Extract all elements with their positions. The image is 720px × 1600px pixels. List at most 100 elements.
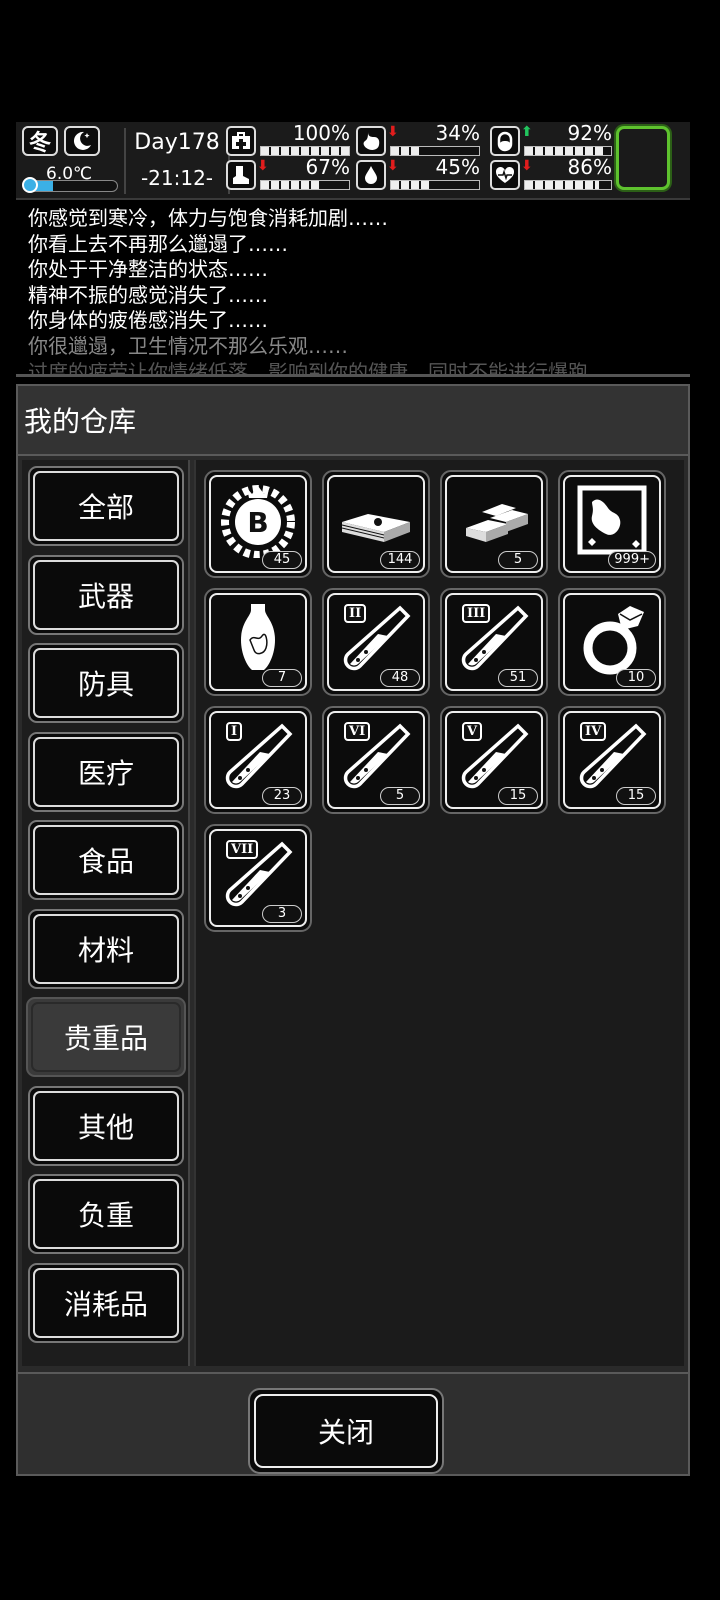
season-label: 冬 — [28, 131, 51, 156]
tier-tag: VII — [226, 840, 259, 859]
item-count: 15 — [616, 787, 656, 805]
item-count: 5 — [380, 787, 420, 805]
stat-water-drop: ⬇ 45% — [356, 155, 480, 192]
stat-bar-fill — [391, 147, 421, 155]
item-slot[interactable]: 5 — [440, 470, 548, 578]
stat-value: 100% — [292, 121, 350, 145]
category-label: 医疗 — [77, 756, 134, 790]
log-line: 你处于干净整洁的状态…… — [28, 257, 268, 282]
item-count: 15 — [498, 787, 538, 805]
panel-footer: 关闭 — [18, 1372, 688, 1474]
item-count: 10 — [616, 669, 656, 687]
season-badge[interactable]: 冬 — [22, 126, 58, 156]
warehouse-panel: 我的仓库 全部武器防具医疗食品材料贵重品其他负重消耗品 B 45 144 5 999+ 7… — [16, 384, 690, 1476]
log-line: 你感觉到寒冷，体力与饱食消耗加剧…… — [28, 206, 388, 230]
category-tab[interactable]: 防具 — [28, 643, 184, 723]
stat-bar-fill — [525, 181, 599, 189]
stomach-icon — [356, 126, 386, 156]
tier-tag: III — [462, 604, 491, 623]
item-slot[interactable]: 7 — [204, 588, 312, 696]
quick-slot-button[interactable] — [616, 126, 670, 190]
item-count: 23 — [262, 787, 302, 805]
tier-tag: I — [226, 722, 243, 741]
category-tab[interactable]: 其他 — [28, 1085, 184, 1166]
category-label: 其他 — [77, 1110, 134, 1144]
category-label: 武器 — [77, 579, 134, 613]
item-slot[interactable]: II 48 — [322, 588, 430, 696]
stat-bar-fill — [261, 147, 349, 155]
category-label: 贵重品 — [63, 1022, 148, 1055]
item-slot[interactable]: V 15 — [440, 706, 548, 814]
item-count: 3 — [262, 905, 302, 923]
item-slot[interactable]: VI 5 — [322, 706, 430, 814]
item-slot[interactable]: 144 — [322, 470, 430, 578]
category-tab[interactable]: 材料 — [28, 908, 184, 989]
item-slot[interactable]: III 51 — [440, 588, 548, 696]
item-slot[interactable]: 999+ — [558, 470, 666, 578]
water-drop-icon — [356, 160, 386, 190]
boot-icon — [226, 160, 256, 190]
item-count: 7 — [262, 669, 302, 687]
stat-value: 34% — [435, 121, 480, 145]
item-count: 45 — [262, 551, 302, 569]
message-log: 你感觉到寒冷，体力与饱食消耗加剧…… 你看上去不再那么邋遢了…… 你处于干净整洁的状… — [28, 206, 688, 374]
log-line: 你很邋遢，卫生情况不那么乐观…… — [28, 333, 348, 358]
item-grid[interactable]: B 45 144 5 999+ 7 II 48 III 51 10 I 23 VI 5 V 15 IV 15 VII 3 — [194, 460, 684, 1366]
category-tab[interactable]: 医疗 — [28, 731, 184, 812]
heart-icon — [490, 160, 520, 190]
item-slot[interactable]: VII 3 — [204, 824, 312, 932]
log-divider — [16, 374, 690, 377]
log-line: 你身体的疲倦感消失了…… — [28, 308, 268, 333]
category-tab[interactable]: 食品 — [28, 820, 184, 900]
stat-medkit: 100% — [226, 121, 350, 158]
stat-bar — [260, 180, 350, 190]
thermometer-icon — [22, 177, 38, 193]
trend-down-icon: ⬇ — [257, 158, 269, 174]
item-slot[interactable]: IV 15 — [558, 706, 666, 814]
trend-up-icon: ⬆ — [521, 124, 533, 140]
stat-value: 45% — [435, 155, 480, 179]
trend-down-icon: ⬇ — [387, 158, 399, 174]
divider — [188, 460, 190, 1366]
category-label: 全部 — [77, 491, 134, 524]
moon-star-icon[interactable] — [64, 126, 100, 156]
medkit-icon — [226, 126, 256, 156]
pill-icon — [490, 126, 520, 156]
item-slot[interactable]: I 23 — [204, 706, 312, 814]
stat-bar-fill — [525, 147, 605, 155]
temperature-bar — [24, 180, 118, 192]
stat-heart: ⬇ 86% — [490, 155, 612, 192]
log-line: 你看上去不再那么邋遢了…… — [28, 231, 288, 256]
stat-value: 67% — [305, 155, 350, 179]
log-line: 精神不振的感觉消失了…… — [28, 282, 268, 307]
trend-down-icon: ⬇ — [521, 158, 533, 174]
stat-stomach: ⬇ 34% — [356, 121, 480, 158]
log-line: 过度的疲劳让你情绪低落，影响到你的健康，同时不能进行爆跑 — [28, 359, 588, 374]
tier-tag: VI — [344, 722, 371, 741]
item-slot[interactable]: 10 — [558, 588, 666, 696]
close-button[interactable]: 关闭 — [248, 1388, 444, 1474]
stat-bar-fill — [261, 181, 320, 189]
item-count: 999+ — [608, 551, 656, 569]
clock: -21:12- — [140, 166, 214, 190]
category-tab[interactable]: 贵重品 — [26, 997, 186, 1077]
stat-value: 86% — [567, 155, 612, 179]
category-label: 负重 — [77, 1199, 134, 1232]
category-label: 食品 — [77, 845, 134, 878]
item-count: 48 — [380, 669, 420, 687]
category-label: 消耗品 — [63, 1287, 148, 1321]
category-tab[interactable]: 全部 — [28, 466, 184, 546]
item-count: 144 — [380, 551, 420, 569]
stat-bar — [390, 180, 480, 190]
tier-tag: II — [344, 604, 367, 623]
category-tab[interactable]: 负重 — [28, 1174, 184, 1254]
item-count: 51 — [498, 669, 538, 687]
item-slot[interactable]: B 45 — [204, 470, 312, 578]
panel-title: 我的仓库 — [24, 405, 137, 438]
stat-boot: ⬇ 67% — [226, 155, 350, 192]
stat-value: 92% — [567, 121, 612, 145]
category-tab[interactable]: 武器 — [28, 554, 184, 635]
category-list[interactable]: 全部武器防具医疗食品材料贵重品其他负重消耗品 — [22, 460, 190, 1366]
tier-tag: V — [462, 722, 483, 741]
category-tab[interactable]: 消耗品 — [28, 1262, 184, 1343]
